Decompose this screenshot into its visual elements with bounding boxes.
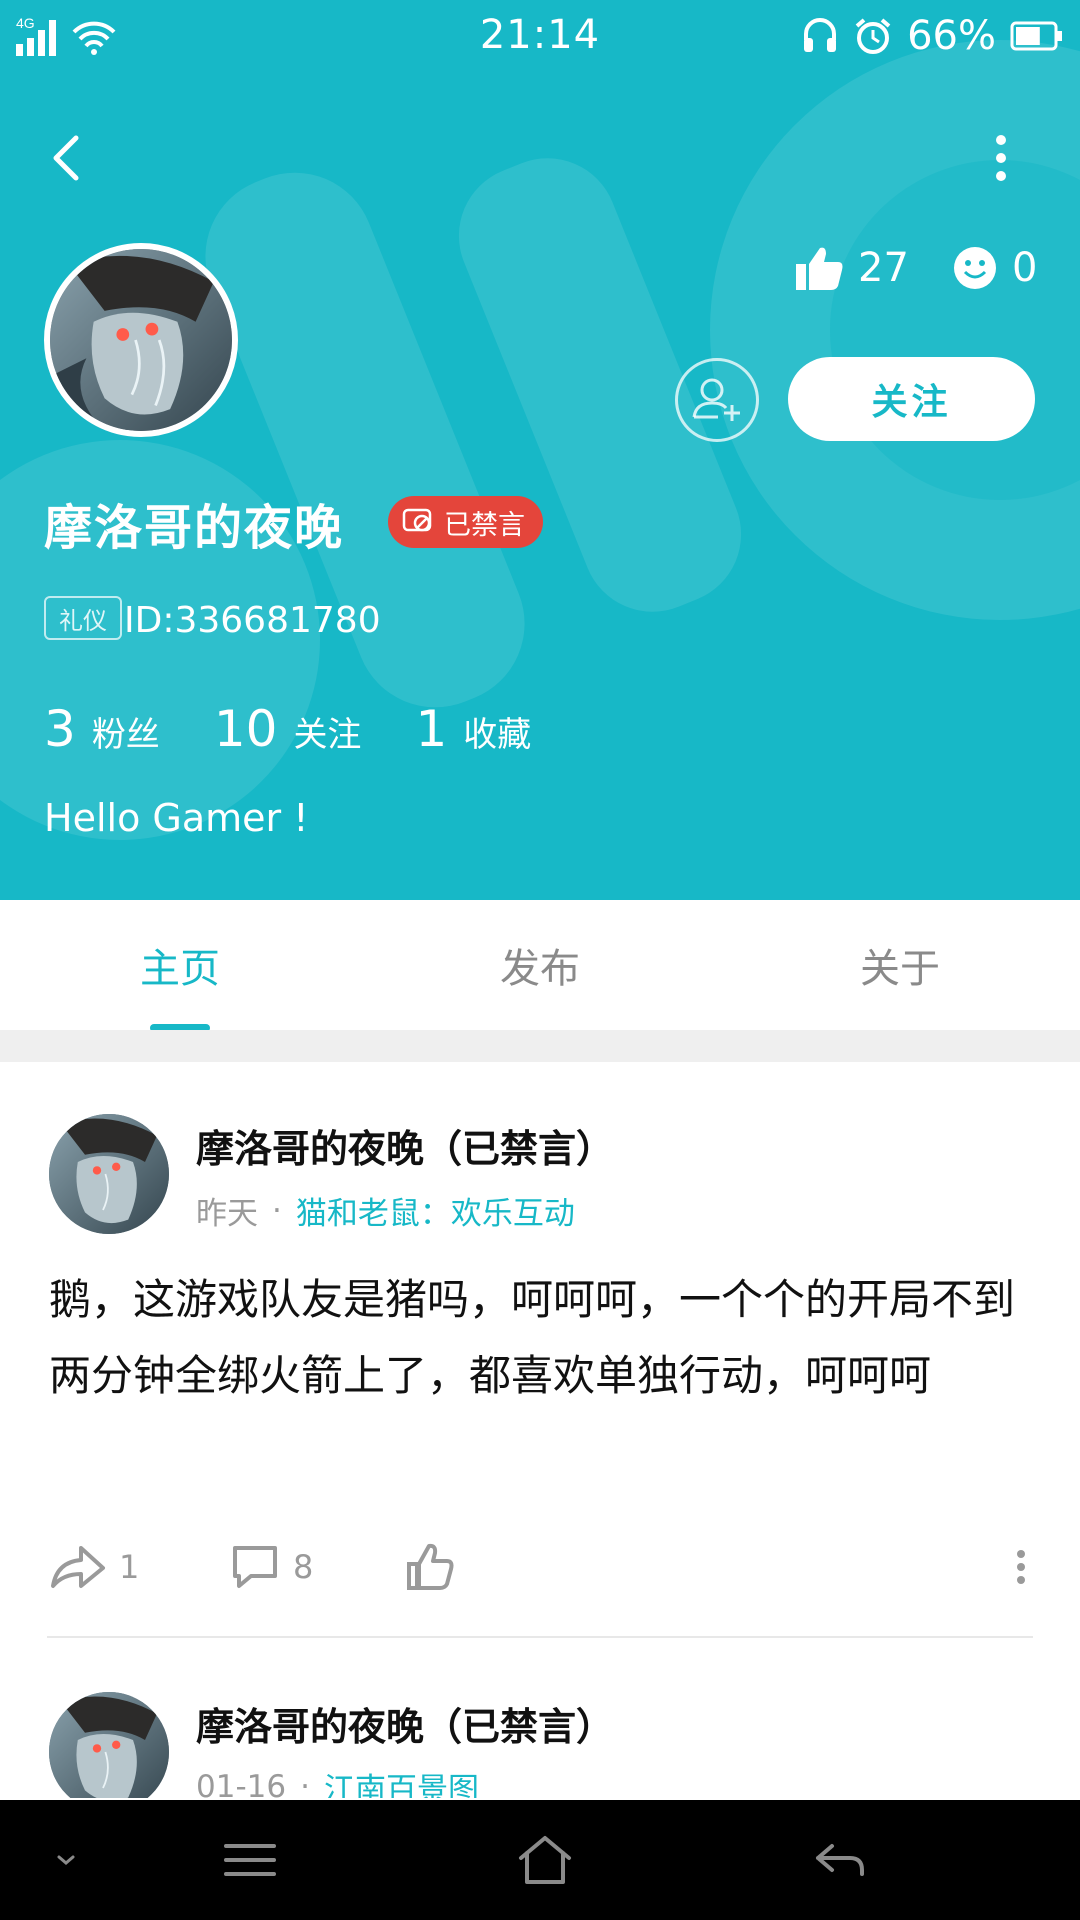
stat-number: 1 — [415, 700, 448, 758]
stat-favorites[interactable]: 1 收藏 — [415, 700, 531, 758]
thumbs-up-icon — [796, 247, 843, 290]
smiley-icon — [954, 247, 996, 289]
post-author-name[interactable]: 摩洛哥的夜晚（已禁言） — [196, 1118, 614, 1173]
back-button[interactable] — [42, 128, 92, 188]
mood-count: 0 — [1012, 245, 1038, 291]
mood-counter[interactable]: 0 — [952, 240, 1037, 296]
profile-tabs: 主页 发布 关于 — [0, 900, 1080, 1030]
stat-number: 10 — [213, 700, 278, 758]
status-icons: 66% — [801, 12, 1064, 60]
more-options-button[interactable] — [976, 128, 1026, 188]
profile-username: 摩洛哥的夜晚 — [44, 500, 345, 556]
tab-about[interactable]: 关于 — [720, 900, 1080, 1030]
stat-label: 收藏 — [463, 715, 532, 755]
section-divider — [0, 1030, 1080, 1062]
profile-stats: 3 粉丝 10 关注 1 收藏 — [44, 700, 585, 758]
avatar[interactable] — [44, 243, 238, 437]
nav-back-button[interactable] — [800, 1800, 880, 1920]
comment-count: 8 — [293, 1548, 314, 1586]
stat-following[interactable]: 10 关注 — [214, 700, 362, 758]
profile-bio: Hello Gamer ! — [44, 796, 309, 840]
add-friend-button[interactable] — [675, 358, 759, 442]
likes-count: 27 — [858, 245, 909, 291]
post-more-button[interactable] — [1009, 1532, 1033, 1602]
meta-separator: · — [272, 1192, 282, 1229]
tab-home[interactable]: 主页 — [0, 900, 360, 1030]
menu-icon — [224, 1844, 276, 1876]
feed-post[interactable]: 摩洛哥的夜晚（已禁言） 01-16 · 江南百景图 — [0, 1638, 1080, 1798]
post-time: 昨天 — [196, 1196, 258, 1232]
add-user-icon — [692, 378, 740, 421]
headset-icon — [804, 18, 837, 52]
nav-hide-button[interactable] — [36, 1800, 96, 1920]
stat-number: 3 — [44, 700, 76, 758]
follow-button[interactable]: 关注 — [788, 357, 1035, 441]
like-button[interactable] — [405, 1532, 457, 1602]
stat-label: 粉丝 — [91, 715, 160, 755]
post-topic-link[interactable]: 猫和老鼠：欢乐互动 — [296, 1188, 575, 1233]
post-time: 01-16 — [196, 1768, 287, 1799]
profile-header: 4G 21:14 66% 27 0 关注 摩洛哥的夜晚 已禁言 礼仪 ID:33… — [0, 0, 1080, 900]
thumbs-up-outline-icon — [407, 1543, 454, 1590]
stat-followers[interactable]: 3 粉丝 — [44, 700, 160, 758]
stat-label: 关注 — [293, 715, 362, 755]
likes-counter[interactable]: 27 — [794, 240, 909, 296]
watermark-logo — [0, 40, 1080, 840]
post-author-avatar[interactable] — [49, 1692, 169, 1798]
comment-icon — [233, 1546, 277, 1588]
chevron-left-icon — [53, 135, 79, 181]
tab-posts[interactable]: 发布 — [360, 900, 720, 1030]
return-icon — [816, 1844, 864, 1876]
status-bar: 4G 21:14 66% — [0, 0, 1080, 76]
muted-chat-icon — [402, 508, 432, 532]
post-meta: 01-16 · 江南百景图 — [196, 1764, 479, 1799]
share-button[interactable]: 1 — [49, 1532, 139, 1602]
system-nav-bar — [0, 1800, 1080, 1920]
nav-menu-button[interactable] — [210, 1800, 290, 1920]
share-icon — [51, 1546, 105, 1588]
post-author-avatar[interactable] — [49, 1114, 169, 1234]
post-meta: 昨天 · 猫和老鼠：欢乐互动 — [196, 1188, 575, 1233]
comment-button[interactable]: 8 — [229, 1532, 313, 1602]
nav-home-button[interactable] — [500, 1800, 590, 1920]
more-vertical-icon — [996, 135, 1006, 181]
feed-post[interactable]: 摩洛哥的夜晚（已禁言） 昨天 · 猫和老鼠：欢乐互动 鹅，这游戏队友是猪吗，呵呵… — [0, 1062, 1080, 1638]
battery-icon — [1010, 21, 1062, 51]
alarm-icon — [855, 18, 891, 54]
etiquette-tag: 礼仪 — [44, 596, 122, 640]
battery-percent: 66% — [907, 13, 996, 59]
post-topic-link[interactable]: 江南百景图 — [324, 1764, 479, 1798]
share-count: 1 — [119, 1548, 140, 1586]
chevron-down-icon — [57, 1855, 75, 1865]
user-id: ID:336681780 — [124, 600, 381, 641]
more-vertical-icon — [1017, 1550, 1025, 1584]
home-icon — [519, 1836, 571, 1884]
meta-separator: · — [300, 1768, 310, 1799]
banned-label: 已禁言 — [444, 509, 525, 541]
post-content[interactable]: 鹅，这游戏队友是猪吗，呵呵呵，一个个的开局不到两分钟全绑火箭上了，都喜欢单独行动… — [49, 1262, 1019, 1414]
post-actions: 1 8 — [49, 1532, 1031, 1602]
post-author-name[interactable]: 摩洛哥的夜晚（已禁言） — [196, 1696, 614, 1751]
banned-badge: 已禁言 — [388, 496, 543, 548]
